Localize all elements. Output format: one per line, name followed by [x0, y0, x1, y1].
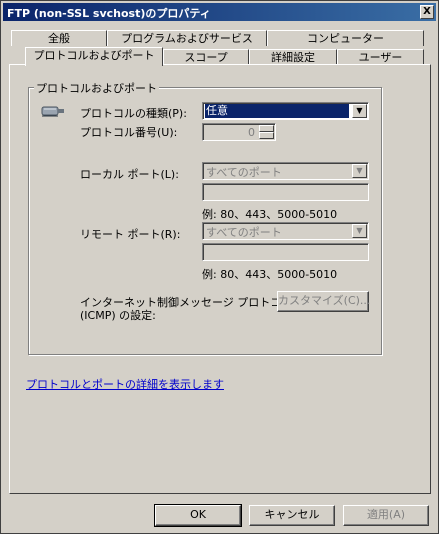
local-port-example: 例: 80、443、5000-5010 [202, 208, 338, 221]
stepper-up-icon[interactable] [259, 125, 274, 132]
close-icon: X [423, 6, 431, 17]
tab-panel: プロトコルおよびポート プロトコルの種類(P): 任意 ▼ プロトコル番号(U)… [9, 64, 431, 494]
chevron-down-icon[interactable]: ▼ [352, 164, 367, 178]
protocol-number-value: 0 [248, 126, 255, 139]
protocol-type-select[interactable]: 任意 ▼ [202, 102, 369, 120]
remote-port-value: すべてのポート [206, 226, 282, 239]
protocol-number-label: プロトコル番号(U): [80, 126, 178, 139]
remote-port-example: 例: 80、443、5000-5010 [202, 268, 338, 281]
remote-port-select[interactable]: すべてのポート ▼ [202, 222, 369, 240]
local-port-input[interactable] [202, 183, 369, 201]
icmp-label-line2: (ICMP) の設定: [80, 309, 156, 322]
cancel-button[interactable]: キャンセル [249, 505, 335, 526]
network-plug-icon [41, 106, 64, 117]
chevron-down-icon[interactable]: ▼ [352, 224, 367, 238]
tab-protocols-ports[interactable]: プロトコルおよびポート [25, 47, 163, 66]
local-port-value: すべてのポート [206, 166, 282, 179]
window-title: FTP (non-SSL svchost)のプロパティ [7, 7, 211, 20]
ok-button[interactable]: OK [154, 504, 242, 527]
protocol-port-details-link[interactable]: プロトコルとポートの詳細を表示します [26, 376, 224, 392]
apply-button[interactable]: 適用(A) [343, 505, 429, 526]
group-title: プロトコルおよびポート [34, 80, 159, 96]
stepper-down-icon[interactable] [259, 132, 274, 139]
close-button[interactable]: X [420, 5, 434, 19]
tab-computers[interactable]: コンピューター [267, 30, 424, 46]
tab-general-label: 全般 [48, 32, 70, 45]
tab-programs-services[interactable]: プログラムおよびサービス [107, 30, 267, 46]
protocol-number-stepper[interactable]: 0 [202, 123, 276, 141]
protocol-type-value: 任意 [205, 104, 349, 118]
tab-computers-label: コンピューター [307, 32, 384, 45]
tab-advanced-label: 詳細設定 [271, 51, 315, 64]
protocol-type-label: プロトコルの種類(P): [80, 107, 187, 120]
remote-port-input[interactable] [202, 243, 369, 261]
stepper-arrows[interactable] [259, 125, 274, 139]
tab-users[interactable]: ユーザー [337, 49, 424, 65]
local-port-label: ローカル ポート(L): [80, 168, 179, 181]
tab-advanced[interactable]: 詳細設定 [249, 49, 337, 65]
chevron-down-icon[interactable]: ▼ [352, 104, 367, 118]
tab-scope-label: スコープ [184, 51, 228, 64]
remote-port-label: リモート ポート(R): [80, 228, 181, 241]
tab-users-label: ユーザー [358, 51, 403, 64]
title-bar: FTP (non-SSL svchost)のプロパティ X [3, 3, 436, 21]
tab-scope[interactable]: スコープ [163, 49, 249, 65]
tab-general[interactable]: 全般 [11, 30, 107, 46]
tab-protocols-ports-label: プロトコルおよびポート [33, 49, 155, 62]
customize-button[interactable]: カスタマイズ(C)... [277, 291, 370, 312]
tab-programs-services-label: プログラムおよびサービス [121, 32, 253, 45]
local-port-select[interactable]: すべてのポート ▼ [202, 162, 369, 180]
properties-dialog: FTP (non-SSL svchost)のプロパティ X 全般 プログラムおよ… [0, 0, 439, 534]
